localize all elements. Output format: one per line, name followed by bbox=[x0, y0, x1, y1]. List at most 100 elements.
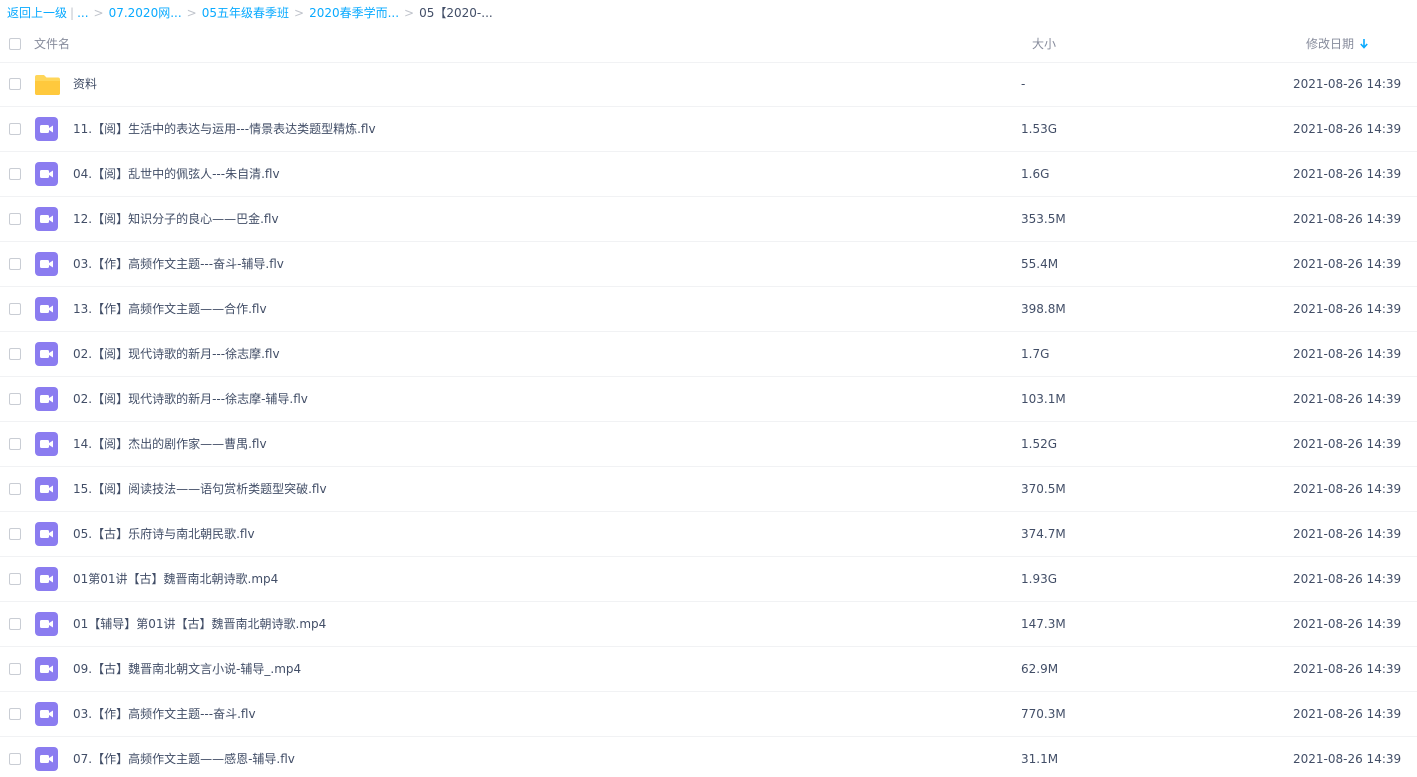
file-row[interactable]: 09.【古】魏晋南北朝文言小说-辅导_.mp4 62.9M 2021-08-26 1… bbox=[0, 647, 1417, 692]
file-name[interactable]: 14.【阅】杰出的剧作家——曹禺.flv bbox=[73, 422, 267, 467]
row-checkbox[interactable] bbox=[9, 123, 21, 135]
file-name[interactable]: 09.【古】魏晋南北朝文言小说-辅导_.mp4 bbox=[73, 647, 301, 692]
file-modified-date: 2021-08-26 14:39 bbox=[1293, 257, 1402, 271]
file-name[interactable]: 13.【作】高频作文主题——合作.flv bbox=[73, 287, 267, 332]
video-file-icon bbox=[35, 432, 58, 456]
file-name[interactable]: 05.【古】乐府诗与南北朝民歌.flv bbox=[73, 512, 255, 557]
row-checkbox[interactable] bbox=[9, 753, 21, 765]
file-modified-date: 2021-08-26 14:39 bbox=[1293, 167, 1402, 181]
file-row[interactable]: 02.【阅】现代诗歌的新月---徐志摩-辅导.flv 103.1M 2021-08-… bbox=[0, 377, 1417, 422]
file-modified-date: 2021-08-26 14:39 bbox=[1293, 437, 1402, 451]
file-modified-date: 2021-08-26 14:39 bbox=[1293, 392, 1402, 406]
file-size: 1.53G bbox=[1021, 122, 1058, 136]
chevron-right-icon: > bbox=[404, 6, 415, 20]
column-header-size[interactable]: 大小 bbox=[1032, 26, 1056, 62]
breadcrumb: 返回上一级 |... >07.2020网... >05五年级春季班 >2020春季学而.… bbox=[7, 0, 493, 26]
row-checkbox[interactable] bbox=[9, 483, 21, 495]
file-name[interactable]: 07.【作】高频作文主题——感恩-辅导.flv bbox=[73, 737, 295, 777]
breadcrumb-item[interactable]: 07.2020网... bbox=[109, 6, 182, 20]
file-row[interactable]: 01第01讲【古】魏晋南北朝诗歌.mp4 1.93G 2021-08-26 14:3… bbox=[0, 557, 1417, 602]
file-name[interactable]: 12.【阅】知识分子的良心——巴金.flv bbox=[73, 197, 279, 242]
file-modified-date: 2021-08-26 14:39 bbox=[1293, 527, 1402, 541]
video-file-icon bbox=[35, 612, 58, 636]
row-checkbox[interactable] bbox=[9, 573, 21, 585]
file-name[interactable]: 资料 bbox=[73, 62, 97, 107]
file-name[interactable]: 03.【作】高频作文主题---奋斗.flv bbox=[73, 692, 256, 737]
row-checkbox[interactable] bbox=[9, 528, 21, 540]
row-checkbox[interactable] bbox=[9, 393, 21, 405]
file-row[interactable]: 13.【作】高频作文主题——合作.flv 398.8M 2021-08-26 14:… bbox=[0, 287, 1417, 332]
chevron-right-icon: > bbox=[294, 6, 305, 20]
file-name[interactable]: 04.【阅】乱世中的佩弦人---朱自清.flv bbox=[73, 152, 280, 197]
file-size: 62.9M bbox=[1021, 662, 1059, 676]
file-size: 374.7M bbox=[1021, 527, 1066, 541]
file-row[interactable]: 14.【阅】杰出的剧作家——曹禺.flv 1.52G 2021-08-26 14:3… bbox=[0, 422, 1417, 467]
file-row[interactable]: 07.【作】高频作文主题——感恩-辅导.flv 31.1M 2021-08-26 1… bbox=[0, 737, 1417, 777]
video-file-icon bbox=[35, 702, 58, 726]
row-checkbox[interactable] bbox=[9, 168, 21, 180]
row-checkbox[interactable] bbox=[9, 438, 21, 450]
file-row[interactable]: 15.【阅】阅读技法——语句赏析类题型突破.flv 370.5M 2021-08-2… bbox=[0, 467, 1417, 512]
file-size: 1.93G bbox=[1021, 572, 1058, 586]
file-row[interactable]: 05.【古】乐府诗与南北朝民歌.flv 374.7M 2021-08-26 14:3… bbox=[0, 512, 1417, 557]
file-name[interactable]: 01【辅导】第01讲【古】魏晋南北朝诗歌.mp4 bbox=[73, 602, 326, 647]
chevron-right-icon: > bbox=[93, 6, 104, 20]
row-checkbox[interactable] bbox=[9, 663, 21, 675]
file-name[interactable]: 01第01讲【古】魏晋南北朝诗歌.mp4 bbox=[73, 557, 278, 602]
column-header-date-label: 修改日期 bbox=[1306, 37, 1355, 51]
video-file-icon bbox=[35, 567, 58, 591]
file-modified-date: 2021-08-26 14:39 bbox=[1293, 122, 1402, 136]
file-size: 55.4M bbox=[1021, 257, 1059, 271]
file-row[interactable]: 03.【作】高频作文主题---奋斗.flv 770.3M 2021-08-26 14… bbox=[0, 692, 1417, 737]
file-row[interactable]: 03.【作】高频作文主题---奋斗-辅导.flv 55.4M 2021-08-26 … bbox=[0, 242, 1417, 287]
video-file-icon bbox=[35, 162, 58, 186]
file-name[interactable]: 02.【阅】现代诗歌的新月---徐志摩.flv bbox=[73, 332, 280, 377]
row-checkbox[interactable] bbox=[9, 78, 21, 90]
row-checkbox[interactable] bbox=[9, 618, 21, 630]
file-modified-date: 2021-08-26 14:39 bbox=[1293, 77, 1402, 91]
video-file-icon bbox=[35, 297, 58, 321]
file-name[interactable]: 03.【作】高频作文主题---奋斗-辅导.flv bbox=[73, 242, 284, 287]
file-modified-date: 2021-08-26 14:39 bbox=[1293, 707, 1402, 721]
file-name[interactable]: 02.【阅】现代诗歌的新月---徐志摩-辅导.flv bbox=[73, 377, 308, 422]
file-modified-date: 2021-08-26 14:39 bbox=[1293, 752, 1402, 766]
file-modified-date: 2021-08-26 14:39 bbox=[1293, 482, 1402, 496]
video-file-icon bbox=[35, 252, 58, 276]
list-header: 文件名 大小 修改日期 bbox=[0, 26, 1417, 63]
file-size: 398.8M bbox=[1021, 302, 1066, 316]
breadcrumb-ellipsis[interactable]: ... bbox=[77, 6, 88, 20]
file-size: 1.52G bbox=[1021, 437, 1058, 451]
row-checkbox[interactable] bbox=[9, 348, 21, 360]
breadcrumb-item[interactable]: 2020春季学而... bbox=[309, 6, 399, 20]
row-checkbox[interactable] bbox=[9, 303, 21, 315]
video-file-icon bbox=[35, 522, 58, 546]
file-modified-date: 2021-08-26 14:39 bbox=[1293, 302, 1402, 316]
file-row[interactable]: 资料 - 2021-08-26 14:39 bbox=[0, 62, 1417, 107]
file-row[interactable]: 01【辅导】第01讲【古】魏晋南北朝诗歌.mp4 147.3M 2021-08-26… bbox=[0, 602, 1417, 647]
video-file-icon bbox=[35, 477, 58, 501]
file-size: 1.6G bbox=[1021, 167, 1050, 181]
select-all-checkbox[interactable] bbox=[9, 38, 21, 50]
row-checkbox[interactable] bbox=[9, 258, 21, 270]
file-row[interactable]: 12.【阅】知识分子的良心——巴金.flv 353.5M 2021-08-26 14… bbox=[0, 197, 1417, 242]
file-row[interactable]: 02.【阅】现代诗歌的新月---徐志摩.flv 1.7G 2021-08-26 14… bbox=[0, 332, 1417, 377]
video-file-icon bbox=[35, 387, 58, 411]
row-checkbox[interactable] bbox=[9, 213, 21, 225]
chevron-right-icon: > bbox=[186, 6, 197, 20]
file-modified-date: 2021-08-26 14:39 bbox=[1293, 662, 1402, 676]
back-link[interactable]: 返回上一级 bbox=[7, 6, 67, 20]
column-header-date[interactable]: 修改日期 bbox=[1306, 26, 1368, 62]
arrow-down-icon bbox=[1360, 27, 1368, 63]
folder-icon bbox=[34, 74, 61, 96]
video-file-icon bbox=[35, 657, 58, 681]
file-row[interactable]: 04.【阅】乱世中的佩弦人---朱自清.flv 1.6G 2021-08-26 14… bbox=[0, 152, 1417, 197]
file-size: 370.5M bbox=[1021, 482, 1066, 496]
file-size: 770.3M bbox=[1021, 707, 1066, 721]
file-name[interactable]: 11.【阅】生活中的表达与运用---情景表达类题型精炼.flv bbox=[73, 107, 376, 152]
row-checkbox[interactable] bbox=[9, 708, 21, 720]
column-header-name[interactable]: 文件名 bbox=[34, 26, 70, 62]
file-row[interactable]: 11.【阅】生活中的表达与运用---情景表达类题型精炼.flv 1.53G 2021… bbox=[0, 107, 1417, 152]
file-name[interactable]: 15.【阅】阅读技法——语句赏析类题型突破.flv bbox=[73, 467, 327, 512]
breadcrumb-item[interactable]: 05五年级春季班 bbox=[202, 6, 289, 20]
file-size: 353.5M bbox=[1021, 212, 1066, 226]
